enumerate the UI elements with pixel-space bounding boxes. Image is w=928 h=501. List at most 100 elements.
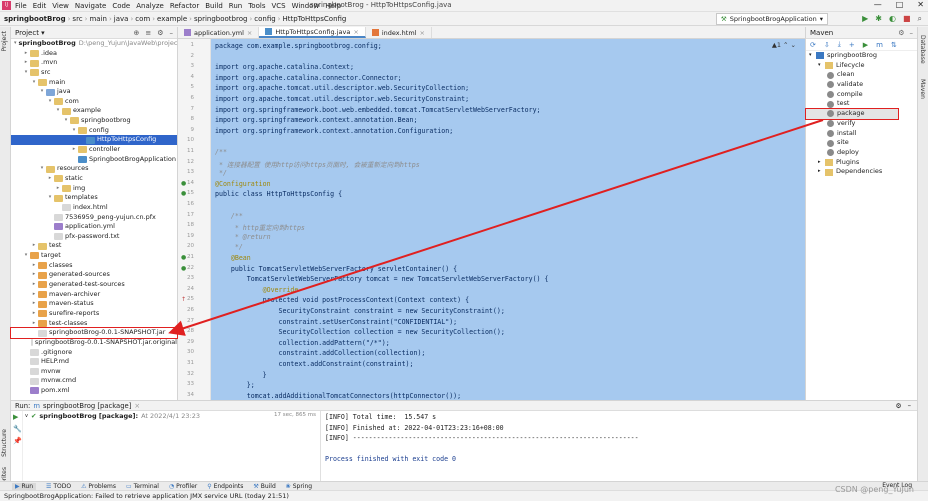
project-tree-item[interactable]: ▸ surefire-reports — [11, 309, 177, 319]
gear-icon[interactable]: ⚙ — [898, 29, 904, 37]
pin-icon[interactable]: 📌 — [13, 437, 22, 445]
toggle-offline-icon[interactable]: ⇅ — [891, 41, 897, 49]
maven-tree-item[interactable]: validate — [806, 80, 898, 90]
maven-tree-item[interactable]: ▾ springbootBrog — [806, 51, 898, 61]
bottom-tab-profiler[interactable]: ◔ Profiler — [169, 483, 197, 490]
menu-vcs[interactable]: VCS — [271, 2, 285, 10]
bottom-tab-run[interactable]: ▶ Run — [12, 482, 37, 490]
menu-file[interactable]: File — [15, 2, 27, 10]
project-tree-item[interactable]: ▸ test-classes — [11, 319, 177, 329]
run-configuration-select[interactable]: ⚒ SpringbootBrogApplication ▾ — [715, 13, 828, 25]
chevron-right-icon[interactable]: ▸ — [30, 241, 38, 251]
run-console[interactable]: [INFO] Total time: 15.547 s [INFO] Finish… — [321, 411, 917, 481]
collapse-icon[interactable]: ≡ — [145, 29, 151, 37]
wrench-icon[interactable]: 🔧 — [13, 425, 22, 433]
maven-tree-item[interactable]: site — [806, 138, 898, 148]
minimize-icon[interactable]: — — [874, 0, 882, 9]
download-icon[interactable]: ⤓ — [838, 40, 841, 49]
project-tree-item[interactable]: ▸ maven-status — [11, 299, 177, 309]
maven-tree-item[interactable]: test — [806, 99, 898, 109]
menu-tools[interactable]: Tools — [248, 2, 265, 10]
project-tree-item[interactable]: ▸ img — [11, 184, 177, 194]
maven-tree-item[interactable]: compile — [806, 90, 898, 100]
chevron-down-icon[interactable]: ▾ — [46, 193, 54, 203]
chevron-right-icon[interactable]: ▸ — [30, 290, 38, 300]
generate-sources-icon[interactable]: ⇩ — [824, 41, 830, 49]
close-icon[interactable]: × — [134, 402, 140, 410]
project-tree-item[interactable]: mvnw.cmd — [11, 376, 177, 386]
menu-analyze[interactable]: Analyze — [136, 2, 164, 10]
chevron-right-icon[interactable]: ▸ — [30, 299, 38, 309]
chevron-down-icon[interactable]: ▾ — [39, 29, 45, 37]
chevron-right-icon[interactable]: ▸ — [818, 167, 825, 177]
chevron-right-icon[interactable]: ▸ — [22, 49, 30, 59]
chevron-down-icon[interactable]: ▾ — [22, 251, 30, 261]
rerun-icon[interactable]: ▶ — [13, 413, 18, 421]
structure-tool-tab[interactable]: Structure — [1, 429, 8, 457]
project-tree-item[interactable]: ▸ static — [11, 174, 177, 184]
project-tree-item[interactable]: ▸ generated-sources — [11, 270, 177, 280]
project-tree-item[interactable]: ▾ config — [11, 126, 177, 136]
menu-view[interactable]: View — [52, 2, 69, 10]
project-tool-tab[interactable]: Project — [1, 31, 8, 52]
tab-application-yml[interactable]: application.yml × — [178, 27, 260, 38]
chevron-down-icon[interactable]: ▾ — [14, 39, 17, 49]
chevron-right-icon[interactable]: ▸ — [70, 145, 78, 155]
chevron-down-icon[interactable]: ▾ — [30, 78, 38, 88]
stop-icon[interactable]: ■ — [903, 14, 911, 24]
hide-icon[interactable]: – — [170, 29, 174, 37]
project-tree-item[interactable]: ▾ main — [11, 78, 177, 88]
breadcrumb-item[interactable]: springbootBrog — [4, 15, 66, 23]
run-tree-item[interactable]: v ✔ springbootBrog [package]: At 2022/4/… — [25, 412, 200, 420]
menu-refactor[interactable]: Refactor — [170, 2, 199, 10]
breadcrumb-item[interactable]: com — [135, 15, 150, 23]
project-tree-item[interactable]: ▸ test — [11, 241, 177, 251]
chevron-down-icon[interactable]: ▾ — [818, 61, 825, 71]
chevron-right-icon[interactable]: ▸ — [46, 174, 54, 184]
menu-build[interactable]: Build — [205, 2, 223, 10]
coverage-icon[interactable]: ◐ — [889, 14, 896, 24]
chevron-right-icon[interactable]: ▸ — [30, 261, 38, 271]
run-tab[interactable]: springbootBrog [package] — [43, 402, 131, 410]
gutter-marker-icon[interactable]: ● — [181, 180, 186, 187]
project-tree-item[interactable]: ▾ templates — [11, 193, 177, 203]
chevron-down-icon[interactable]: ▾ — [38, 164, 46, 174]
project-tree-item[interactable]: ▸ maven-archiver — [11, 290, 177, 300]
gutter-marker-icon[interactable]: ● — [181, 254, 186, 261]
close-icon[interactable]: × — [247, 29, 252, 37]
bottom-tab-todo[interactable]: ☰ TODO — [46, 483, 71, 490]
project-tree-item[interactable]: springbootBrog-0.0.1-SNAPSHOT.jar.origin… — [11, 338, 177, 348]
breadcrumb-item[interactable]: example — [157, 15, 187, 23]
project-tree-item[interactable]: ▸ .idea — [11, 49, 177, 59]
add-icon[interactable]: + — [849, 41, 855, 49]
chevron-down-icon[interactable]: ▾ — [46, 97, 54, 107]
breadcrumb-item[interactable]: springbootbrog — [194, 15, 247, 23]
project-tree-item[interactable]: ▾ springbootBrog D:\peng_Yujun\JavaWeb\pro… — [11, 39, 177, 49]
chevron-right-icon[interactable]: ▸ — [30, 280, 38, 290]
maven-tree-item[interactable]: deploy — [806, 148, 898, 158]
reload-icon[interactable]: ⟳ — [810, 41, 816, 49]
inspection-widget[interactable]: ▲1 ⌃ ⌄ — [772, 41, 796, 49]
tab-index-html[interactable]: index.html × — [366, 27, 432, 38]
project-panel-title[interactable]: Project — [15, 29, 39, 37]
project-tree-item[interactable]: HELP.md — [11, 357, 177, 367]
chevron-down-icon[interactable]: ▾ — [809, 51, 816, 61]
close-icon[interactable]: × — [353, 28, 358, 36]
maven-tree-item[interactable]: ▸ Dependencies — [806, 167, 898, 177]
maximize-icon[interactable]: □ — [896, 0, 904, 9]
breadcrumb-item[interactable]: src — [72, 15, 82, 23]
maven-tree-item[interactable]: install — [806, 129, 898, 139]
chevron-down-icon[interactable]: ▾ — [22, 68, 30, 78]
run-icon[interactable]: ▶ — [863, 41, 868, 49]
gear-icon[interactable]: ⚙ — [157, 29, 163, 37]
project-tree-item[interactable]: HttpToHttpsConfig — [11, 135, 177, 146]
project-tree-item[interactable]: ▸ .mvn — [11, 58, 177, 68]
chevron-right-icon[interactable]: ▸ — [22, 58, 30, 68]
maven-tool-tab[interactable]: Maven — [919, 79, 926, 99]
gear-icon[interactable]: ⚙ — [896, 402, 902, 410]
chevron-right-icon[interactable]: ▸ — [30, 309, 38, 319]
breadcrumb-item[interactable]: config — [254, 15, 275, 23]
project-tree-item[interactable]: .gitignore — [11, 348, 177, 358]
chevron-down-icon[interactable]: ▾ — [38, 87, 46, 97]
project-tree-item[interactable]: 7536959_peng-yujun.cn.pfx — [11, 213, 177, 223]
